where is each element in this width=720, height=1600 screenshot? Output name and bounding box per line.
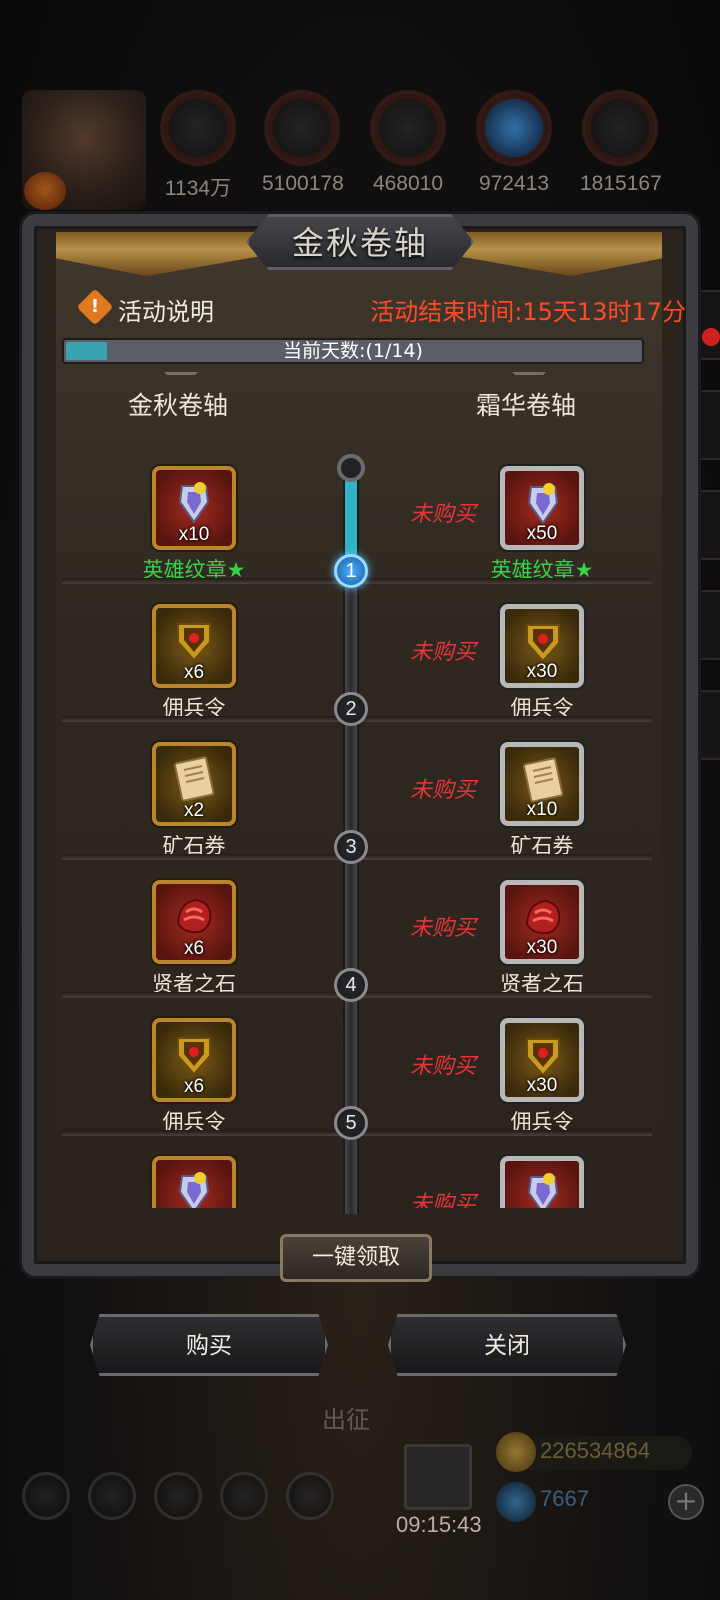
reward-quantity: x30: [526, 1075, 558, 1096]
resource-ore[interactable]: 468010: [368, 90, 448, 196]
reward-quantity: x6: [183, 938, 205, 959]
mercenary-token-icon: [170, 616, 218, 664]
player-avatar[interactable]: [22, 90, 146, 210]
reward-row: 未购买: [62, 1138, 652, 1208]
gold-value: 226534864: [540, 1438, 651, 1463]
free-reward-slot[interactable]: x10: [152, 466, 236, 550]
ore-voucher-icon: [519, 755, 567, 803]
purchase-status: 未购买: [409, 1054, 476, 1079]
reward-quantity: x30: [526, 937, 558, 958]
reward-quantity: x50: [526, 523, 558, 544]
info-row: ! 活动说明 活动结束时间:15天13时17分: [76, 288, 686, 328]
resource-value: 1815167: [580, 172, 662, 195]
column-header-frost-scroll: 霜华卷轴: [456, 372, 596, 422]
free-reward-slot[interactable]: [152, 1156, 236, 1208]
mercenary-token-icon: [519, 1031, 567, 1079]
resource-iron[interactable]: 1815167: [580, 90, 662, 196]
premium-reward-slot[interactable]: [500, 1156, 584, 1208]
premium-reward-slot[interactable]: x30: [500, 880, 584, 964]
free-reward-slot[interactable]: x6: [152, 604, 236, 688]
wood-icon: [264, 90, 340, 166]
hero-emblem-icon: [170, 478, 218, 526]
premium-reward-slot[interactable]: x30: [500, 604, 584, 688]
bottom-hud: 出征 226534864 7667 + 09:15:43: [0, 1380, 720, 1600]
sage-stone-icon: [170, 892, 218, 940]
reward-quantity: x10: [178, 524, 210, 545]
free-reward-slot[interactable]: x6: [152, 880, 236, 964]
reward-quantity: x6: [183, 662, 205, 683]
progress-text: 当前天数:(1/14): [283, 340, 423, 362]
day-node: 3: [334, 830, 368, 864]
premium-reward-slot[interactable]: x10: [500, 742, 584, 826]
hero-icon[interactable]: [88, 1472, 136, 1520]
warning-icon[interactable]: !: [76, 288, 114, 326]
gem-value: 7667: [540, 1486, 589, 1511]
mercenary-token-icon: [519, 617, 567, 665]
mercenary-token-icon: [170, 1030, 218, 1078]
day-node: 2: [334, 692, 368, 726]
buy-button[interactable]: 购买: [90, 1314, 328, 1376]
leather-icon: [160, 90, 236, 166]
event-end-time: 活动结束时间:15天13时17分: [370, 298, 686, 326]
world-icon[interactable]: [286, 1472, 334, 1520]
purchase-status: 未购买: [409, 1192, 476, 1208]
resource-value: 468010: [372, 172, 444, 195]
resource-bar: 1134万 5100178 468010 972413 1815167: [0, 80, 720, 210]
free-reward-slot[interactable]: x2: [152, 742, 236, 826]
event-info-link[interactable]: 活动说明: [118, 292, 214, 327]
day-progress-bar: 当前天数:(1/14): [62, 338, 644, 364]
hero-emblem-icon: [519, 479, 567, 527]
resource-wood[interactable]: 5100178: [262, 90, 344, 196]
premium-reward-slot[interactable]: x50: [500, 466, 584, 550]
reward-quantity: x6: [183, 1076, 205, 1097]
reward-quantity: x30: [526, 661, 558, 682]
free-reward-slot[interactable]: x6: [152, 1018, 236, 1102]
reward-quantity: x10: [526, 799, 558, 820]
modal-title: 金秋卷轴: [291, 224, 428, 262]
resource-value: 972413: [478, 172, 550, 195]
column-header-golden-scroll: 金秋卷轴: [108, 372, 248, 422]
gold-coin-icon: [496, 1432, 536, 1472]
resource-crystal[interactable]: 972413: [474, 90, 554, 196]
purchase-status: 未购买: [409, 916, 476, 941]
ore-voucher-icon: [170, 754, 218, 802]
sage-stone-icon: [519, 893, 567, 941]
reward-quantity: x2: [183, 800, 205, 821]
iron-icon: [582, 90, 658, 166]
resource-value: 5100178: [262, 172, 344, 195]
resource-leather[interactable]: 1134万: [158, 90, 238, 202]
claim-all-button[interactable]: 一键领取: [280, 1234, 432, 1282]
day-node: 1: [334, 554, 368, 588]
add-gems-button[interactable]: +: [668, 1484, 704, 1520]
gem-icon: [496, 1482, 536, 1522]
ore-icon: [370, 90, 446, 166]
close-button[interactable]: 关闭: [388, 1314, 626, 1376]
mail-icon[interactable]: [220, 1472, 268, 1520]
settings-icon[interactable]: [22, 1472, 70, 1520]
guild-icon[interactable]: [154, 1472, 202, 1520]
expedition-label[interactable]: 出征: [322, 1400, 370, 1435]
purchase-status: 未购买: [409, 778, 476, 803]
day-node: 5: [334, 1106, 368, 1140]
resource-value: 1134万: [164, 177, 232, 200]
gift-box-icon[interactable]: [404, 1444, 472, 1510]
gift-timer: 09:15:43: [396, 1512, 482, 1537]
premium-reward-slot[interactable]: x30: [500, 1018, 584, 1102]
purchase-status: 未购买: [409, 640, 476, 665]
day-node: 4: [334, 968, 368, 1002]
hero-emblem-icon: [170, 1168, 218, 1208]
hero-emblem-icon: [519, 1169, 567, 1208]
crystal-icon: [476, 90, 552, 166]
purchase-status: 未购买: [409, 502, 476, 527]
scroll-event-modal: 金秋卷轴 ! 活动说明 活动结束时间:15天13时17分 当前天数:(1/14)…: [14, 214, 706, 1286]
